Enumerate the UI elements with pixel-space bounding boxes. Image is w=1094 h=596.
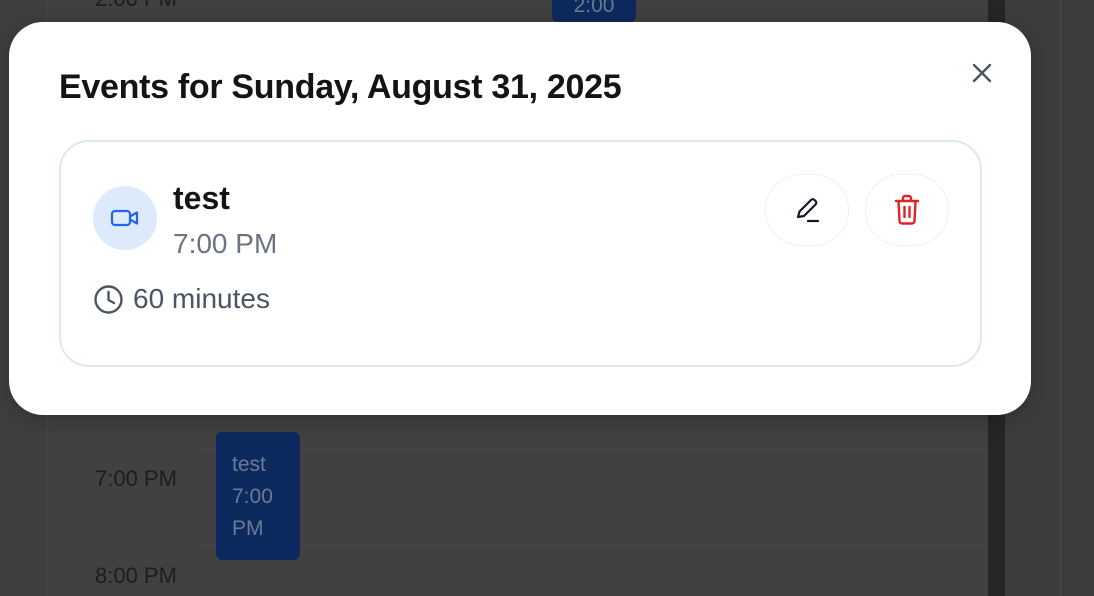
time-label: 2:00 PM [95,0,195,12]
close-button[interactable] [965,56,999,90]
hour-gridline [200,545,984,546]
hour-gridline [200,448,984,449]
calendar-event-block[interactable]: test 7:00 PM [216,432,300,560]
pencil-icon [796,198,820,223]
calendar-event-time: 7:00 [232,485,273,508]
trash-icon [894,194,920,225]
event-card[interactable]: test 7:00 PM 60 minutes [59,140,982,367]
calendar-event-label: 2:00 [573,0,615,17]
delete-event-button[interactable] [865,174,949,246]
calendar-event-block[interactable]: 2:00 [552,0,636,22]
event-duration: 60 minutes [93,282,270,316]
event-type-badge [93,186,157,250]
calendar-event-title: test [232,453,266,476]
calendar-event-time: PM [232,517,264,540]
event-title: test [173,180,230,216]
time-label: 7:00 PM [95,466,177,491]
video-camera-icon [110,209,139,227]
edit-event-button[interactable] [765,174,849,246]
clock-icon [94,284,123,314]
close-icon [972,63,992,83]
event-duration-text: 60 minutes [133,283,270,314]
time-label: 8:00 PM [95,563,177,588]
event-time: 7:00 PM [173,228,278,259]
modal-title: Events for Sunday, August 31, 2025 [59,68,622,106]
events-modal: Events for Sunday, August 31, 2025 test … [9,22,1031,415]
